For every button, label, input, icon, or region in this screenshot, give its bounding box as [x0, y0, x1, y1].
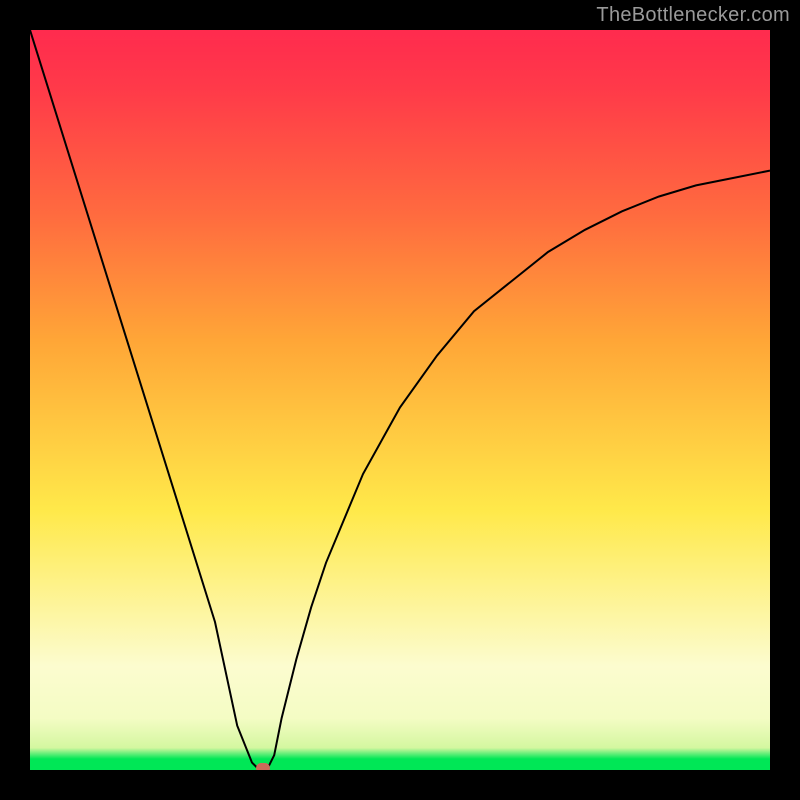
minimum-marker [256, 763, 270, 770]
plot-area [30, 30, 770, 770]
chart-frame: TheBottlenecker.com [0, 0, 800, 800]
bottleneck-curve [30, 30, 770, 770]
watermark-label: TheBottlenecker.com [596, 4, 790, 27]
curve-path [30, 30, 770, 770]
